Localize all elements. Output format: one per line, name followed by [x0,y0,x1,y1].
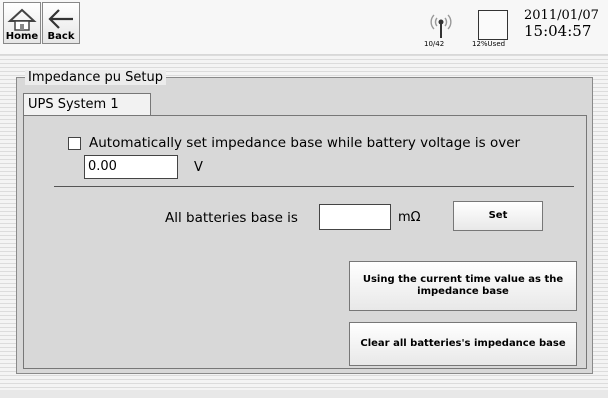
divider [54,186,574,187]
top-bar: Home Back 10/42 12%Used 2011/01/07 15:04… [0,0,608,55]
back-label: Back [47,31,75,42]
bottom-strip [0,390,608,398]
home-label: Home [5,31,39,42]
back-arrow-icon [48,9,73,29]
clear-impedance-base-button[interactable]: Clear all batteries's impedance base [349,322,577,366]
home-icon [7,8,37,31]
wifi-count: 10/42 [424,40,445,48]
impedance-setup-group: Impedance pu Setup UPS System 1 Automati… [16,70,593,374]
base-label: All batteries base is [165,210,298,226]
group-title: Impedance pu Setup [25,70,166,85]
tab-ups-system-1[interactable]: UPS System 1 [23,93,151,115]
auto-set-checkbox[interactable] [68,136,81,150]
base-input[interactable] [319,204,391,230]
date: 2011/01/07 [524,8,599,23]
time: 15:04:57 [524,22,592,40]
disk-icon [478,10,508,40]
back-button[interactable]: Back [42,2,80,44]
disk-used: 12%Used [472,40,506,48]
set-button[interactable]: Set [453,201,543,231]
voltage-input[interactable]: 0.00 [84,155,178,179]
home-button[interactable]: Home [3,2,41,44]
auto-set-row: Automatically set impedance base while b… [68,135,520,151]
voltage-unit: V [194,160,203,175]
tab-panel: Automatically set impedance base while b… [23,115,587,369]
wifi-icon [430,14,452,38]
use-current-time-button[interactable]: Using the current time value as the impe… [349,261,577,311]
auto-set-label: Automatically set impedance base while b… [89,135,521,151]
base-unit: mΩ [398,210,421,225]
